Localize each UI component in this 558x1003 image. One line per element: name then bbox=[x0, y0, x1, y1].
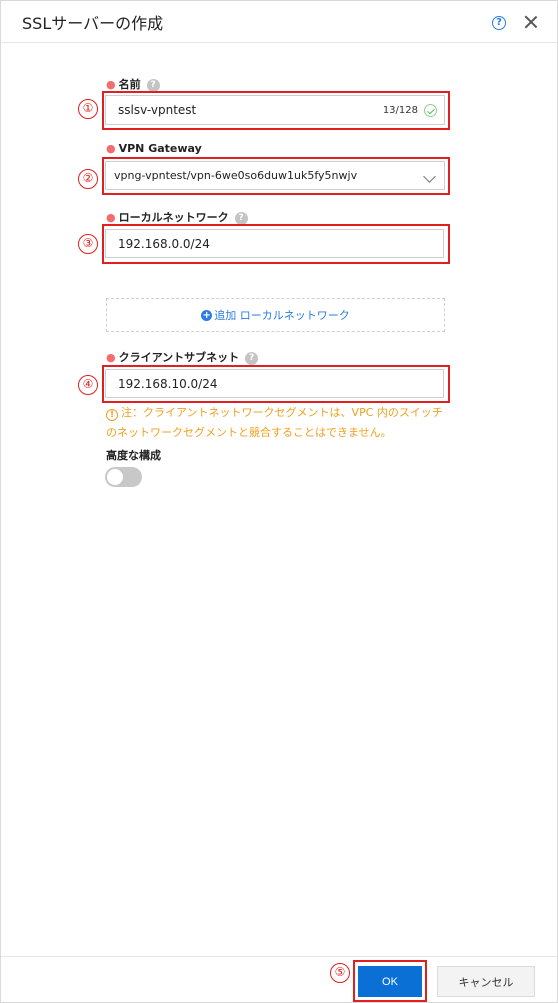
name-label: ● 名前? bbox=[106, 76, 160, 92]
required-dot: ● bbox=[106, 78, 116, 91]
add-local-network-button[interactable]: + 追加 ローカルネットワーク bbox=[106, 298, 445, 332]
client-subnet-label: ● クライアントサブネット? bbox=[106, 349, 259, 365]
vpn-gateway-label: ● VPN Gateway bbox=[106, 142, 202, 155]
create-ssl-server-dialog: SSLサーバーの作成 ? ● 名前? ① sslsv-vpntest 13/128… bbox=[0, 0, 558, 1003]
annotation-marker-5: ⑤ bbox=[330, 963, 350, 983]
required-dot: ● bbox=[106, 211, 116, 224]
client-subnet-warning: ! 注：クライアントネットワークセグメントは、VPC 内のスイッチ のネットワーク… bbox=[106, 406, 443, 439]
dialog-header: SSLサーバーの作成 ? bbox=[1, 1, 557, 43]
help-icon[interactable]: ? bbox=[492, 16, 506, 30]
annotation-marker-2: ② bbox=[78, 169, 98, 189]
name-hint-icon[interactable]: ? bbox=[146, 78, 160, 92]
annotation-marker-1: ① bbox=[78, 99, 98, 119]
ok-button[interactable]: OK bbox=[358, 966, 422, 997]
name-input[interactable]: sslsv-vpntest 13/128 bbox=[105, 95, 445, 125]
chevron-down-icon bbox=[423, 170, 436, 183]
annotation-marker-3: ③ bbox=[78, 234, 98, 254]
required-dot: ● bbox=[106, 351, 116, 364]
vpn-gateway-select[interactable]: vpng-vpntest/vpn-6we0so6duw1uk5fy5nwjv bbox=[105, 161, 445, 190]
cancel-button[interactable]: キャンセル bbox=[437, 966, 535, 997]
annotation-marker-4: ④ bbox=[78, 375, 98, 395]
plus-circle-icon: + bbox=[201, 309, 213, 321]
toggle-knob bbox=[107, 469, 123, 485]
name-char-counter: 13/128 bbox=[382, 105, 418, 116]
check-circle-icon bbox=[424, 104, 437, 117]
local-network-input[interactable]: 192.168.0.0/24 bbox=[105, 229, 444, 258]
footer-divider bbox=[1, 956, 557, 957]
local-network-label: ● ローカルネットワーク? bbox=[106, 209, 248, 225]
advanced-config-toggle[interactable] bbox=[105, 467, 142, 487]
dialog-title: SSLサーバーの作成 bbox=[22, 14, 164, 33]
warning-icon: ! bbox=[106, 409, 118, 421]
close-icon[interactable] bbox=[523, 14, 539, 30]
required-dot: ● bbox=[106, 142, 116, 155]
advanced-config-label: 高度な構成 bbox=[106, 449, 161, 462]
client-subnet-input[interactable]: 192.168.10.0/24 bbox=[105, 369, 444, 398]
client-subnet-hint-icon[interactable]: ? bbox=[245, 351, 259, 365]
local-network-hint-icon[interactable]: ? bbox=[234, 211, 248, 225]
